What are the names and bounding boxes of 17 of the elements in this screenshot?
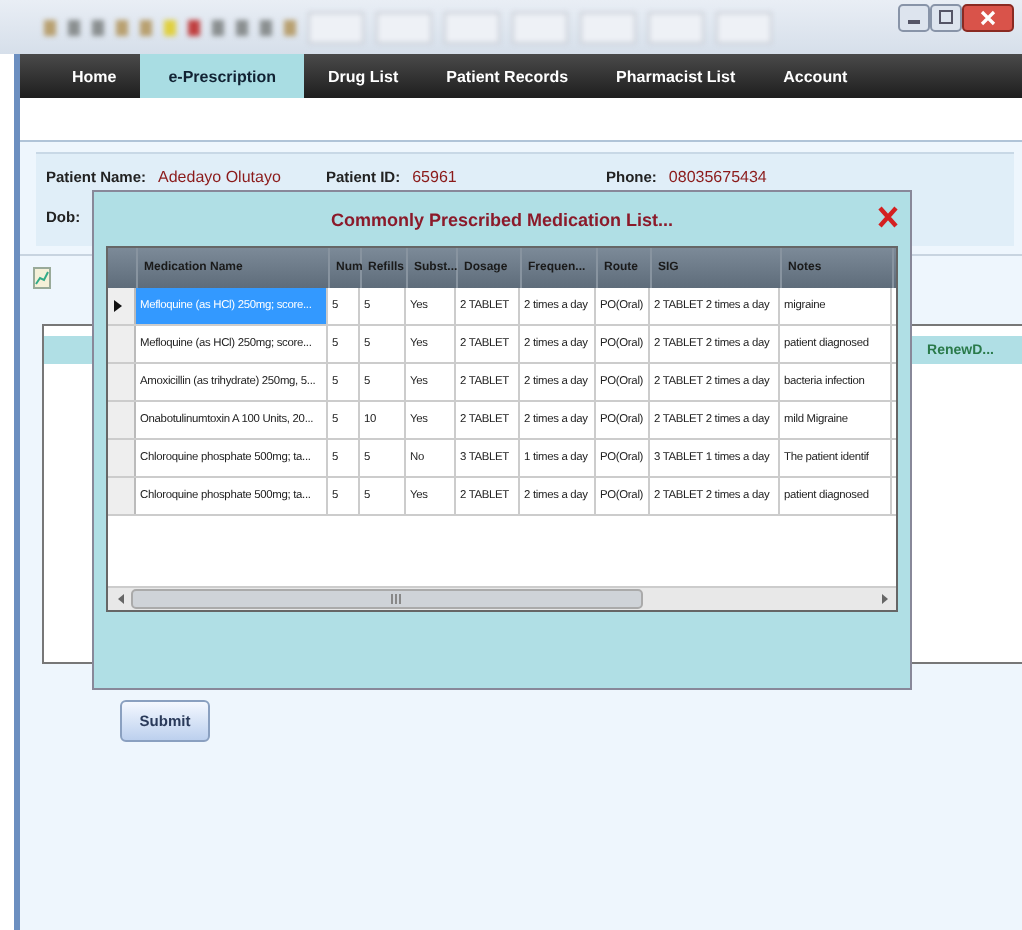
close-icon[interactable] <box>878 206 898 228</box>
maximize-icon[interactable] <box>930 4 962 32</box>
minimize-icon[interactable] <box>898 4 930 32</box>
row-header[interactable] <box>108 288 136 324</box>
nav-tab[interactable]: e-Prescription <box>140 54 305 98</box>
nav-tab[interactable]: Account <box>759 54 872 98</box>
dialog-title: Commonly Prescribed Medication List... <box>330 209 674 229</box>
horizontal-scrollbar[interactable] <box>108 586 896 610</box>
close-icon[interactable] <box>962 4 1014 32</box>
nav-tab[interactable]: Drug List <box>304 54 423 98</box>
field-value: 08035675434 <box>668 167 767 185</box>
field-value: Adedayo Olutayo <box>158 167 281 185</box>
field-value: 65961 <box>412 167 457 185</box>
current-row-icon <box>114 300 122 312</box>
nav-tab[interactable]: Patient Records <box>422 54 593 98</box>
nav-tab[interactable]: Pharmacist List <box>592 54 760 98</box>
nav-tab[interactable]: Home <box>48 54 141 98</box>
